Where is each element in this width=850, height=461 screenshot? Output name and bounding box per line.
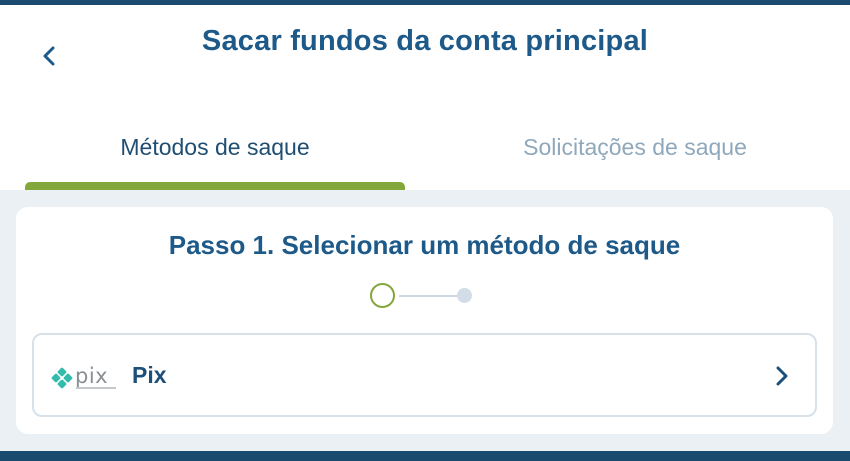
page-title: Sacar fundos da conta principal	[201, 25, 649, 57]
stepper-connector	[399, 295, 457, 297]
header: Sacar fundos da conta principal	[0, 5, 850, 105]
bottom-bar	[0, 451, 850, 461]
pix-logo-text: pix	[75, 364, 109, 388]
method-item-pix[interactable]: pix Pix	[32, 333, 817, 417]
tab-bar: Métodos de saque Solicitações de saque	[0, 105, 850, 190]
tab-withdrawal-requests[interactable]: Solicitações de saque	[430, 105, 840, 190]
chevron-right-icon	[771, 365, 793, 387]
step-2-indicator	[457, 288, 472, 303]
pix-logo: pix	[49, 364, 119, 391]
method-label-pix: Pix	[132, 362, 167, 388]
tab-withdrawal-methods[interactable]: Métodos de saque	[25, 105, 405, 190]
pix-diamond-icon	[51, 367, 73, 389]
step-title: Passo 1. Selecionar um método de saque	[168, 230, 681, 260]
pix-logo-tagline	[76, 387, 116, 389]
step-card: Passo 1. Selecionar um método de saque p…	[16, 207, 833, 434]
stepper	[370, 281, 480, 311]
step-1-indicator	[370, 283, 395, 308]
